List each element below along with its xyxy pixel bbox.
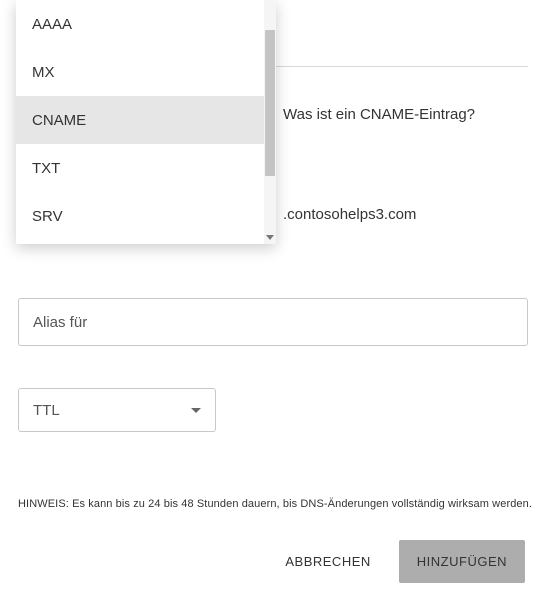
dropdown-item-cname[interactable]: CNAME [16,96,264,144]
chevron-down-icon [191,408,201,413]
cancel-button[interactable]: ABBRECHEN [279,542,376,581]
ttl-label: TTL [33,402,60,419]
dropdown-item-label: SRV [32,208,63,225]
ttl-select[interactable]: TTL [18,388,216,432]
cname-help-link[interactable]: Was ist ein CNAME-Eintrag? [283,106,475,123]
dropdown-item-label: TXT [32,160,60,177]
chevron-down-icon[interactable] [266,235,274,240]
dropdown-list: AAAA MX CNAME TXT SRV [16,0,264,244]
dropdown-item-label: AAAA [32,16,72,33]
add-button[interactable]: HINZUFÜGEN [399,540,525,583]
dropdown-item-label: CNAME [32,112,86,129]
dns-hint: HINWEIS: Es kann bis zu 24 bis 48 Stunde… [18,498,532,510]
dropdown-item-aaaa[interactable]: AAAA [16,0,264,48]
action-buttons: ABBRECHEN HINZUFÜGEN [279,540,525,583]
dropdown-item-txt[interactable]: TXT [16,144,264,192]
dropdown-item-mx[interactable]: MX [16,48,264,96]
record-type-dropdown[interactable]: AAAA MX CNAME TXT SRV [16,0,276,244]
dropdown-scrollbar[interactable] [264,0,276,244]
domain-suffix: .contosohelps3.com [283,206,416,223]
dropdown-item-srv[interactable]: SRV [16,192,264,240]
alias-input[interactable] [18,298,528,346]
scrollbar-thumb[interactable] [265,30,275,176]
dropdown-item-label: MX [32,64,55,81]
